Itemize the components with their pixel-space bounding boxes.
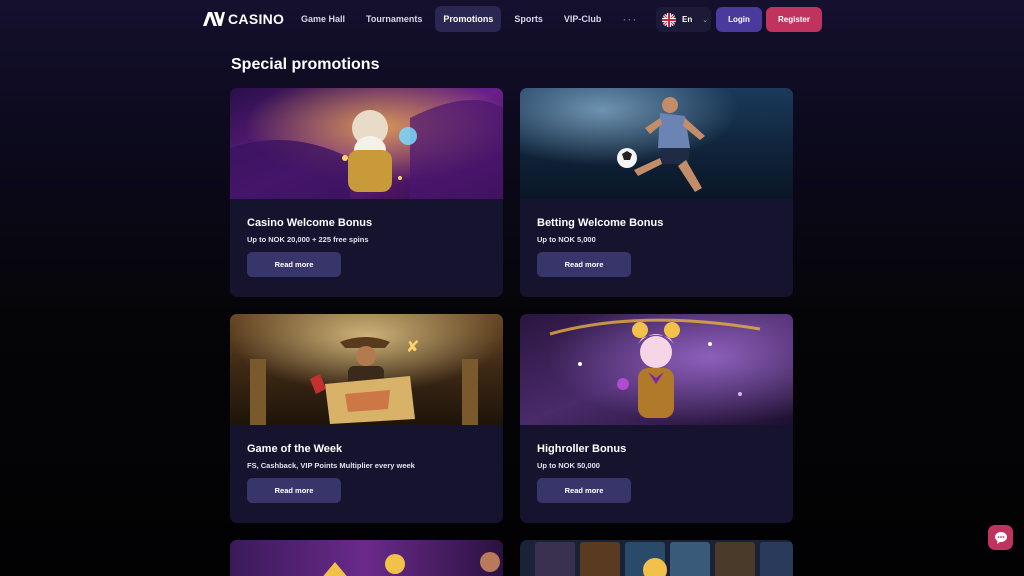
- promo-subtitle: Up to NOK 50,000: [537, 461, 600, 470]
- promo-title: Betting Welcome Bonus: [537, 217, 664, 229]
- register-button[interactable]: Register: [766, 7, 822, 32]
- uk-flag-icon: [662, 12, 676, 27]
- promo-title: Casino Welcome Bonus: [247, 217, 373, 229]
- promo-card-casino-welcome[interactable]: Casino Welcome Bonus Up to NOK 20,000 + …: [230, 88, 503, 297]
- promo-card-betting-welcome[interactable]: Betting Welcome Bonus Up to NOK 5,000 Re…: [520, 88, 793, 297]
- coins-promo-image: [230, 540, 503, 576]
- login-button[interactable]: Login: [716, 7, 762, 32]
- more-menu-icon[interactable]: ···: [614, 6, 645, 32]
- promo-card-game-of-the-week[interactable]: ✘ Game of the Week FS, Cashback, VIP Poi…: [230, 314, 503, 523]
- read-more-button[interactable]: Read more: [537, 252, 631, 277]
- read-more-button[interactable]: Read more: [247, 252, 341, 277]
- slot-games-promo-image: [520, 540, 793, 576]
- promo-card-partial-right[interactable]: [520, 540, 793, 576]
- promo-title: Game of the Week: [247, 443, 343, 455]
- promo-subtitle: Up to NOK 5,000: [537, 235, 596, 244]
- nav-item-tournaments[interactable]: Tournaments: [358, 6, 430, 32]
- promo-title: Highroller Bonus: [537, 443, 627, 455]
- clown-girl-image: [520, 314, 793, 425]
- language-label: En: [682, 15, 693, 24]
- page-title: Special promotions: [231, 56, 380, 73]
- logo-text: CASINO: [228, 11, 285, 27]
- nav-item-sports[interactable]: Sports: [506, 6, 551, 32]
- chat-support-button[interactable]: [988, 525, 1013, 550]
- chat-bubble-icon: [994, 531, 1007, 544]
- language-selector[interactable]: En ⌄: [656, 7, 711, 32]
- read-more-button[interactable]: Read more: [537, 478, 631, 503]
- casino-logo[interactable]: CASINO: [203, 11, 284, 27]
- promo-subtitle: FS, Cashback, VIP Points Multiplier ever…: [247, 461, 415, 470]
- promo-card-partial-left[interactable]: [230, 540, 503, 576]
- nav-item-vip-club[interactable]: VIP-Club: [556, 6, 610, 32]
- nav-item-promotions[interactable]: Promotions: [435, 6, 502, 32]
- nav-item-game-hall[interactable]: Game Hall: [293, 6, 353, 32]
- logo-mark-icon: [203, 12, 225, 26]
- zeus-god-image: [230, 88, 503, 199]
- svg-text:✘: ✘: [406, 339, 419, 356]
- promo-subtitle: Up to NOK 20,000 + 225 free spins: [247, 235, 369, 244]
- promo-card-highroller[interactable]: Highroller Bonus Up to NOK 50,000 Read m…: [520, 314, 793, 523]
- chevron-down-icon: ⌄: [702, 16, 709, 24]
- explorer-treasure-map-image: ✘: [230, 314, 503, 425]
- football-player-image: [520, 88, 793, 199]
- read-more-button[interactable]: Read more: [247, 478, 341, 503]
- top-navigation-bar: CASINO Game Hall Tournaments Promotions …: [0, 0, 1024, 38]
- main-nav: Game Hall Tournaments Promotions Sports …: [293, 6, 645, 32]
